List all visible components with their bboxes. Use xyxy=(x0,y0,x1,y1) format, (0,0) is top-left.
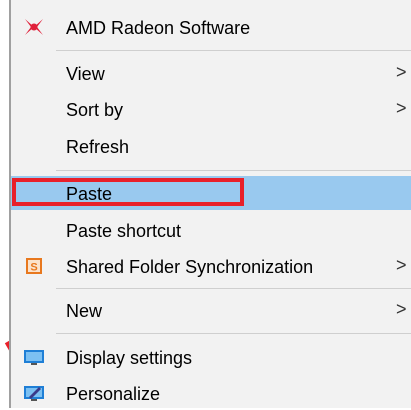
context-menu: AMD Radeon Software View > Sort by > Ref… xyxy=(9,0,411,408)
svg-text:S: S xyxy=(30,262,37,274)
chevron-right-icon: > xyxy=(396,98,407,118)
menu-item-label: Display settings xyxy=(66,348,193,368)
menu-item-new[interactable]: New > xyxy=(11,293,411,327)
menu-item-sort-by[interactable]: Sort by > xyxy=(11,92,411,126)
menu-item-label: Personalize xyxy=(66,384,161,404)
chevron-right-icon: > xyxy=(396,62,407,82)
menu-item-refresh[interactable]: Refresh xyxy=(11,129,411,163)
menu-item-view[interactable]: View > xyxy=(11,56,411,90)
menu-separator xyxy=(56,50,411,51)
chevron-right-icon: > xyxy=(396,255,407,275)
menu-separator xyxy=(56,333,411,334)
shared-folder-sync-icon: S xyxy=(23,256,45,276)
menu-item-label: Sort by xyxy=(66,100,124,120)
menu-item-paste[interactable]: Paste xyxy=(11,176,411,210)
menu-item-amd-radeon-software[interactable]: AMD Radeon Software xyxy=(11,10,411,44)
menu-separator xyxy=(56,170,411,171)
menu-item-paste-shortcut[interactable]: Paste shortcut xyxy=(11,213,411,247)
amd-radeon-icon xyxy=(23,17,45,37)
menu-item-label: Shared Folder Synchronization xyxy=(66,257,314,277)
menu-separator xyxy=(56,288,411,289)
menu-item-personalize[interactable]: Personalize xyxy=(11,376,411,410)
chevron-right-icon: > xyxy=(396,299,407,319)
menu-item-label: View xyxy=(66,64,105,84)
menu-item-display-settings[interactable]: Display settings xyxy=(11,340,411,374)
menu-item-shared-folder-synchronization[interactable]: S Shared Folder Synchronization > xyxy=(11,249,411,283)
display-settings-icon xyxy=(23,347,45,367)
menu-item-label: Refresh xyxy=(66,137,130,157)
menu-item-label: New xyxy=(66,301,103,321)
menu-item-label: AMD Radeon Software xyxy=(66,18,251,38)
annotation-highlight-box xyxy=(12,178,244,206)
personalize-icon xyxy=(23,383,45,403)
menu-item-label: Paste shortcut xyxy=(66,221,182,241)
